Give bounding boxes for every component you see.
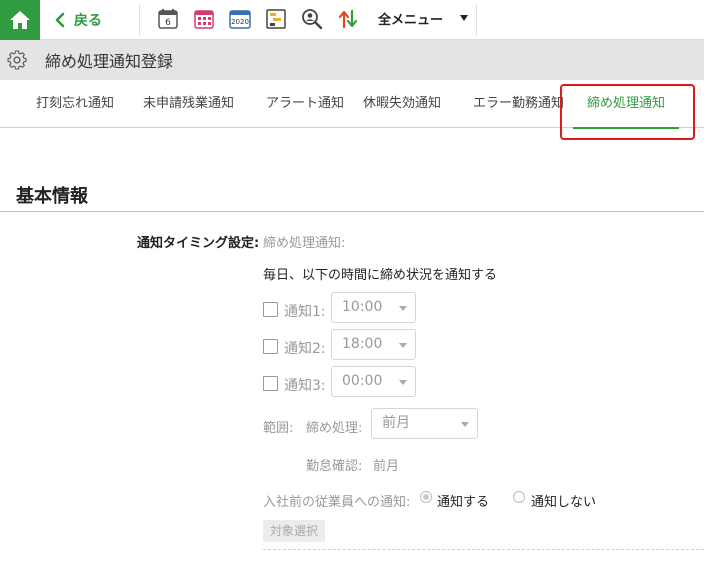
chevron-down-icon: [461, 422, 469, 427]
tab-alert[interactable]: アラート通知: [266, 80, 344, 128]
back-button[interactable]: 戻る: [52, 0, 102, 40]
page-title: 締め処理通知登録: [45, 52, 174, 71]
notify-no-radio[interactable]: [513, 491, 525, 503]
notification-3-time-select[interactable]: 00:00: [331, 366, 416, 397]
notify-yes-radio[interactable]: [420, 491, 432, 503]
gantt-list-icon[interactable]: [264, 7, 288, 31]
notification-2-checkbox[interactable]: [263, 339, 278, 354]
notification-2-time-value: 18:00: [342, 336, 383, 352]
svg-text:6: 6: [165, 18, 171, 28]
closing-period-select[interactable]: 前月: [371, 408, 478, 439]
all-menu-label: 全メニュー: [378, 12, 444, 28]
tab-unapplied-overtime[interactable]: 未申請残業通知: [143, 80, 234, 128]
page-title-bar: 締め処理通知登録: [0, 40, 704, 80]
sort-updown-icon[interactable]: [336, 7, 360, 31]
all-menu-dropdown[interactable]: 全メニュー: [378, 0, 476, 36]
notification-3-checkbox[interactable]: [263, 376, 278, 391]
highlight-annotation-box: [560, 84, 695, 140]
notification-1-checkbox[interactable]: [263, 302, 278, 317]
notification-2-label: 通知2:: [284, 341, 326, 357]
calendar-6-icon[interactable]: 6: [156, 7, 180, 31]
target-select-button[interactable]: 対象選択: [263, 520, 325, 542]
tab-leave-expiry[interactable]: 休暇失効通知: [363, 80, 441, 128]
attendance-check-value: 前月: [373, 459, 400, 474]
range-label: 範囲:: [263, 421, 294, 436]
gear-icon: [7, 50, 27, 70]
closing-period-value: 前月: [382, 415, 410, 431]
notification-1-time-select[interactable]: 10:00: [331, 292, 416, 323]
section-divider: [0, 211, 704, 212]
svg-text:2020: 2020: [231, 18, 249, 26]
chevron-down-icon: [399, 306, 407, 311]
dashed-divider: [263, 549, 704, 550]
notification-1-label: 通知1:: [284, 304, 326, 320]
toolbar-divider: [476, 4, 477, 36]
chevron-down-icon: [399, 380, 407, 385]
home-icon: [10, 11, 30, 29]
notification-2-time-select[interactable]: 18:00: [331, 329, 416, 360]
caret-down-icon: [460, 15, 468, 21]
closing-notification-sublabel: 締め処理通知:: [263, 236, 346, 251]
timing-setting-label: 通知タイミング設定:: [137, 236, 260, 251]
tab-error-attendance[interactable]: エラー勤務通知: [473, 80, 564, 128]
chevron-left-icon: [55, 12, 65, 28]
closing-process-label: 締め処理:: [306, 421, 363, 436]
back-label: 戻る: [74, 13, 102, 29]
section-title: 基本情報: [16, 186, 88, 207]
notification-3-label: 通知3:: [284, 378, 326, 394]
pre-hire-notification-label: 入社前の従業員への通知:: [263, 495, 411, 510]
notification-description: 毎日、以下の時間に締め状況を通知する: [263, 268, 498, 283]
calendar-2020-icon[interactable]: 2020: [228, 7, 252, 31]
user-search-icon[interactable]: [300, 7, 324, 31]
notification-3-time-value: 00:00: [342, 373, 383, 389]
home-button[interactable]: [0, 0, 40, 40]
notify-yes-label: 通知する: [437, 495, 490, 510]
toolbar-divider: [139, 4, 140, 36]
top-toolbar: 戻る 6 2020 全メニュー: [0, 0, 704, 40]
notification-1-time-value: 10:00: [342, 299, 383, 315]
attendance-check-label: 勤怠確認:: [306, 459, 363, 474]
tab-punch-forgot[interactable]: 打刻忘れ通知: [36, 80, 114, 128]
calendar-grid-icon[interactable]: [192, 7, 216, 31]
notify-no-label: 通知しない: [531, 495, 597, 510]
chevron-down-icon: [399, 343, 407, 348]
